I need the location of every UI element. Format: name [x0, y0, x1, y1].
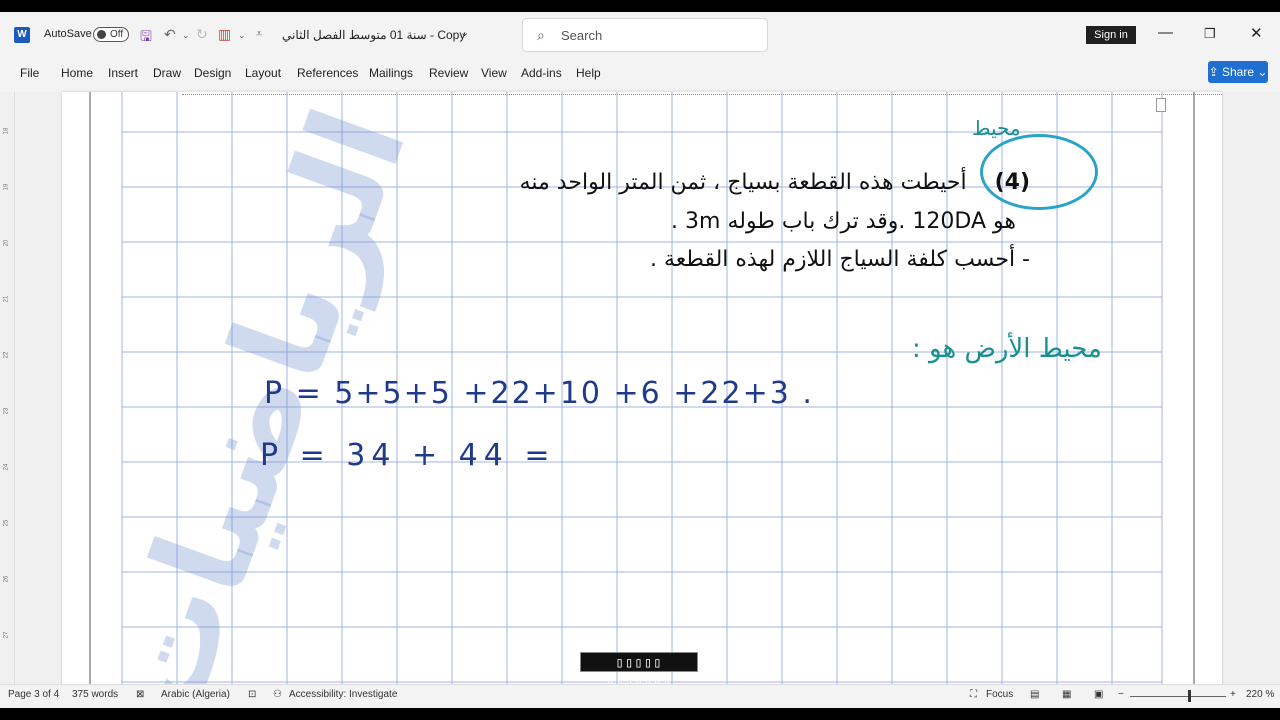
- word-count[interactable]: 375 words: [72, 689, 118, 700]
- chevron-down-icon[interactable]: ⌄: [460, 26, 469, 39]
- redo-icon[interactable]: ↻: [196, 26, 208, 43]
- document-page[interactable]: الرياضيات (4) أحيطت هذه القطعة بسياج ، ث…: [62, 91, 1222, 708]
- tab-mailings[interactable]: Mailings: [369, 66, 413, 80]
- share-label: Share: [1221, 65, 1254, 79]
- handwritten-title: محيط: [972, 116, 1021, 140]
- ruler-number: 19: [3, 183, 10, 191]
- tab-view[interactable]: View: [481, 66, 507, 80]
- customize-toolbar-icon[interactable]: ⩡: [256, 28, 262, 41]
- ruler-number: 27: [3, 631, 10, 639]
- zoom-level[interactable]: 220 %: [1246, 689, 1274, 700]
- sign-in-button[interactable]: Sign in: [1086, 26, 1136, 44]
- chevron-down-icon: ⌄: [1257, 65, 1268, 79]
- undo-icon[interactable]: ↶: [164, 26, 176, 43]
- tab-design[interactable]: Design: [194, 66, 231, 80]
- search-placeholder: Search: [561, 28, 603, 43]
- autosave-toggle[interactable]: Off: [93, 27, 129, 42]
- autosave-label: AutoSave: [44, 28, 92, 40]
- handwritten-equation-2: P = 34 + 44 =: [260, 438, 556, 473]
- language-label[interactable]: Arabic (Algeria): [161, 689, 230, 700]
- draw-pen-icon[interactable]: ▥: [218, 26, 231, 43]
- tab-home[interactable]: Home: [61, 66, 93, 80]
- ruler-number: 26: [3, 575, 10, 583]
- exercise-line-2: هو 120DA .وقد ترك باب طوله 3m .: [671, 209, 1016, 234]
- tab-insert[interactable]: Insert: [108, 66, 138, 80]
- restore-icon[interactable]: ❐: [1204, 26, 1216, 42]
- ruler-number: 18: [3, 127, 10, 135]
- ruler-number: 20: [3, 239, 10, 247]
- page-count[interactable]: Page 3 of 4: [8, 689, 59, 700]
- video-caption: ▯▯▯▯▯ ▯▯▯▯▯▯▯: [580, 652, 698, 691]
- tab-help[interactable]: Help: [576, 66, 601, 80]
- minimize-icon[interactable]: —: [1158, 24, 1173, 41]
- ruler-number: 23: [3, 407, 10, 415]
- exercise-line-1: (4) أحيطت هذه القطعة بسياج ، ثمن المتر ا…: [520, 170, 1030, 195]
- focus-label[interactable]: Focus: [986, 689, 1013, 700]
- title-bar: W AutoSave Off 🖫 ↶ ⌄ ↻ ▥ ⌄ ⩡ سنة 01 متوس…: [0, 12, 1280, 58]
- document-area[interactable]: 18 19 20 21 22 23 24 25 26 27 الرياضيات …: [0, 91, 1280, 708]
- search-icon: ⌕: [537, 27, 545, 43]
- exercise-text-1: أحيطت هذه القطعة بسياج ، ثمن المتر الواح…: [519, 170, 967, 195]
- word-icon: W: [14, 27, 30, 43]
- share-icon: ⇪: [1208, 65, 1222, 79]
- status-bar: Page 3 of 4 375 words ⊠ Arabic (Algeria)…: [0, 684, 1280, 708]
- share-button[interactable]: ⇪ Share ⌄: [1208, 61, 1268, 83]
- web-layout-icon[interactable]: ▣: [1094, 689, 1103, 700]
- ruler-handle[interactable]: [1156, 98, 1166, 112]
- ruler-number: 22: [3, 351, 10, 359]
- tab-review[interactable]: Review: [429, 66, 468, 80]
- accessibility-status[interactable]: Accessibility: Investigate: [289, 689, 397, 700]
- zoom-out-icon[interactable]: −: [1118, 689, 1124, 700]
- handwritten-perimeter-label: محيط الأرض هو :: [912, 334, 1102, 364]
- pen-dropdown-icon[interactable]: ⌄: [238, 30, 246, 41]
- ribbon-tabs: File Home Insert Draw Design Layout Refe…: [0, 58, 1280, 92]
- zoom-in-icon[interactable]: +: [1230, 689, 1236, 700]
- print-layout-icon[interactable]: ▦: [1062, 689, 1071, 700]
- proofing-icon[interactable]: ⊠: [136, 689, 144, 700]
- word-window: W AutoSave Off 🖫 ↶ ⌄ ↻ ▥ ⌄ ⩡ سنة 01 متوس…: [0, 12, 1280, 708]
- tab-draw[interactable]: Draw: [153, 66, 181, 80]
- toggle-knob: [97, 30, 106, 39]
- ruler-number: 21: [3, 295, 10, 303]
- tab-references[interactable]: References: [297, 66, 358, 80]
- search-box[interactable]: ⌕ Search: [522, 18, 768, 52]
- accessibility-icon[interactable]: ⚇: [273, 689, 282, 700]
- handwritten-equation-1: P = 5+5+5 +22+10 +6 +22+3 .: [264, 376, 814, 411]
- tab-add-ins[interactable]: Add-ins: [521, 66, 562, 80]
- vertical-ruler: 18 19 20 21 22 23 24 25 26 27: [0, 92, 15, 688]
- zoom-slider[interactable]: [1130, 696, 1226, 697]
- tab-file[interactable]: File: [20, 66, 39, 80]
- text-predictions-icon[interactable]: ⊡: [248, 689, 256, 700]
- exercise-line-3: - أحسب كلفة السياج اللازم لهذه القطعة .: [650, 247, 1030, 272]
- autosave-state: Off: [110, 29, 124, 40]
- exercise-number: (4): [994, 170, 1030, 195]
- zoom-slider-knob[interactable]: [1188, 690, 1191, 702]
- ruler-number: 24: [3, 463, 10, 471]
- tab-layout[interactable]: Layout: [245, 66, 281, 80]
- save-icon[interactable]: 🖫: [140, 26, 152, 50]
- document-title[interactable]: سنة 01 متوسط الفصل الثاني - Copy: [282, 28, 465, 42]
- undo-dropdown-icon[interactable]: ⌄: [182, 30, 190, 41]
- ruler-number: 25: [3, 519, 10, 527]
- read-mode-icon[interactable]: ▤: [1030, 689, 1039, 700]
- focus-icon[interactable]: ⛶: [970, 689, 977, 700]
- close-icon[interactable]: ✕: [1250, 24, 1263, 42]
